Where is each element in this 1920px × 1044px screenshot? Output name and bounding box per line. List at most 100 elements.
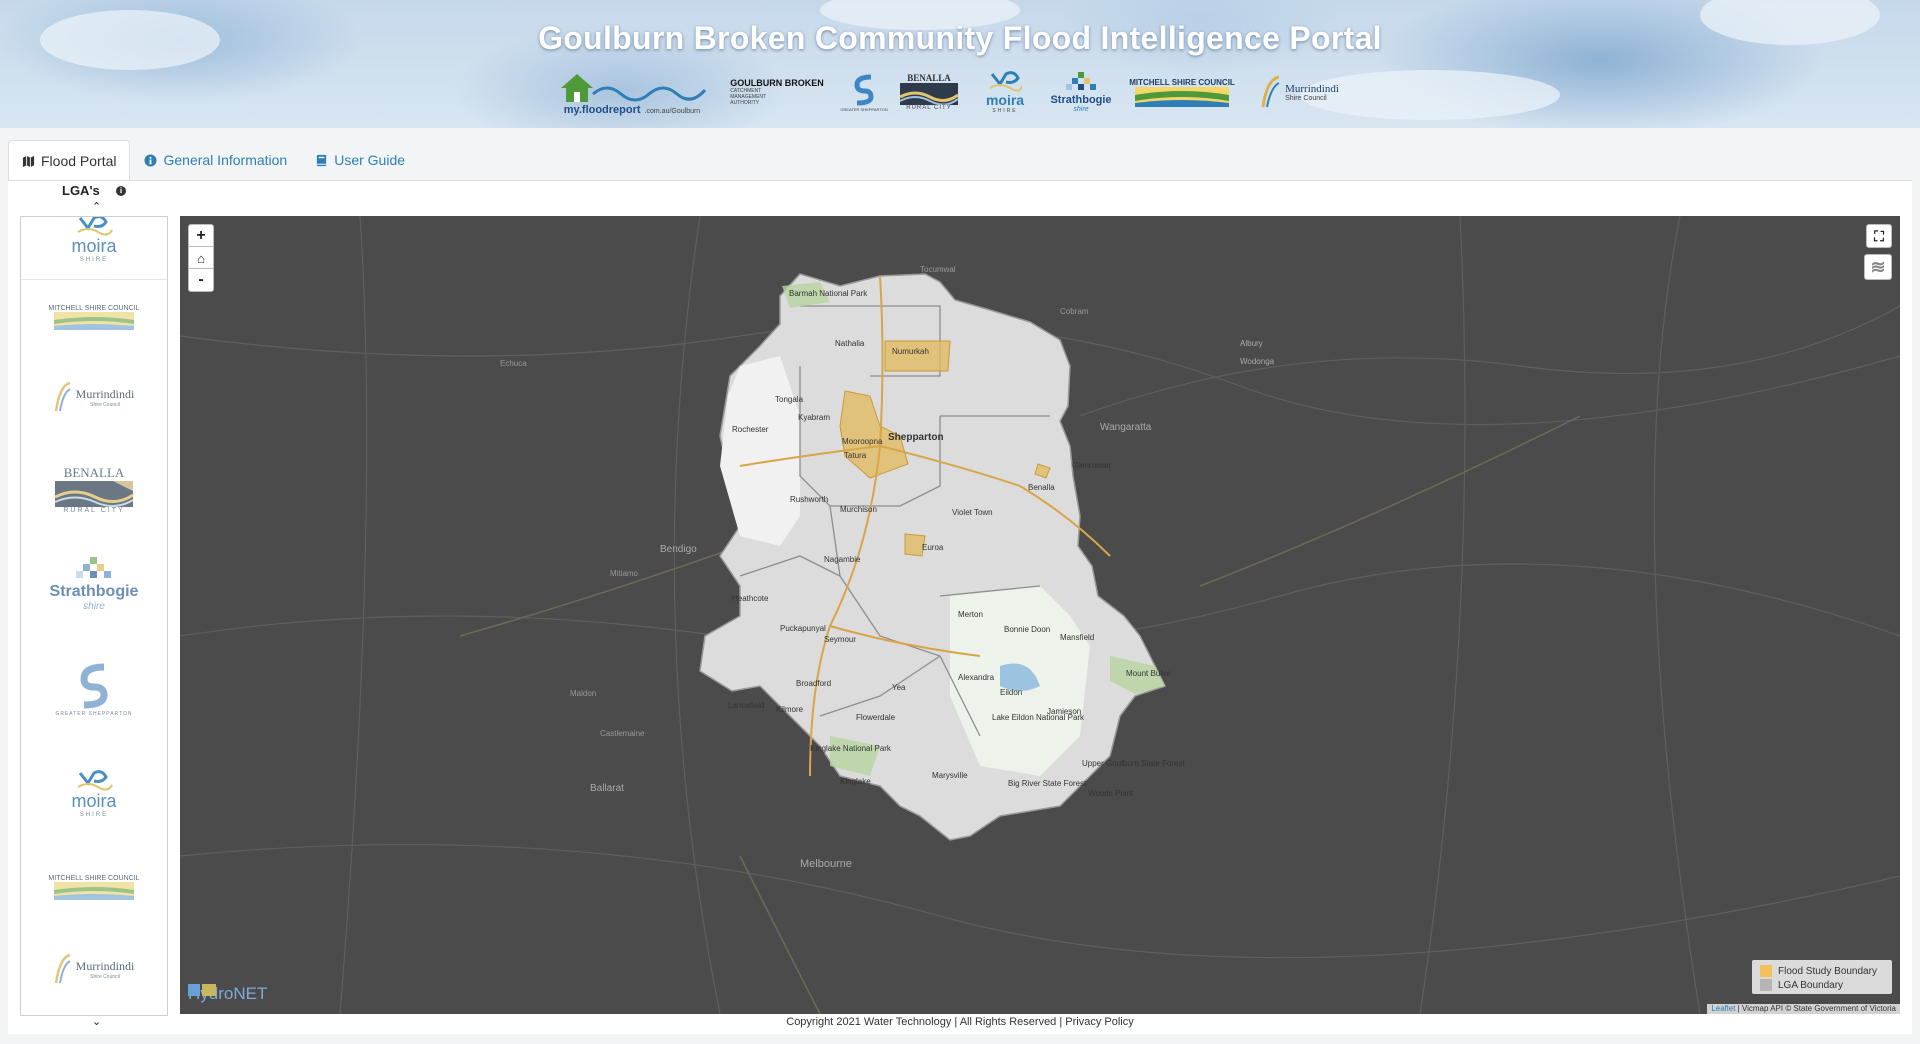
- town-label: Cobram: [1060, 307, 1089, 316]
- town-label: Heathcote: [732, 594, 769, 603]
- lga-item-mitchell[interactable]: MITCHELL SHIRE COUNCIL: [21, 281, 167, 353]
- copyright-text: Copyright 2021 Water Technology | All Ri…: [786, 1016, 1066, 1028]
- murrindindi-logo[interactable]: Murrindindi Shire Council: [1254, 62, 1346, 122]
- lga-heading: LGA's: [62, 183, 100, 198]
- town-label: Violet Town: [952, 508, 993, 517]
- hydronet-watermark: HydroNET: [188, 984, 267, 1004]
- greater-shepparton-logo[interactable]: GREATER SHEPPARTON: [840, 62, 888, 122]
- divider: [21, 279, 167, 280]
- lga-item-benalla[interactable]: BENALLA RURAL CITY: [21, 449, 167, 529]
- logo-subtext: shire: [1073, 105, 1089, 113]
- town-label: Nathalia: [835, 339, 865, 348]
- river-mountain-icon: [900, 83, 958, 105]
- pixel-squares-icon: [1066, 71, 1096, 90]
- scroll-up-chevron-icon[interactable]: ⌃: [92, 200, 101, 213]
- tab-flood-portal[interactable]: Flood Portal: [8, 140, 131, 181]
- town-label: Maldon: [570, 689, 596, 698]
- logo-text: GOULBURN BROKEN: [730, 78, 824, 88]
- town-label: Kyabram: [798, 413, 830, 422]
- lga-list[interactable]: moira SHIRE MITCHELL SHIRE COUNCIL Murri…: [20, 216, 168, 1016]
- home-button[interactable]: ⌂: [188, 246, 214, 270]
- goulburn-broken-cma-logo[interactable]: GOULBURN BROKEN CATCHMENT MANAGEMENT AUT…: [730, 62, 824, 122]
- town-label: Woods Point: [1088, 789, 1134, 798]
- landscape-stripes-icon: [1135, 86, 1229, 107]
- lga-item-murrindindi[interactable]: Murrindindi Shire Council: [21, 933, 167, 1005]
- lga-subname: SHIRE: [79, 811, 109, 818]
- lga-subname: GREATER SHEPPARTON: [55, 711, 133, 717]
- zoom-out-button[interactable]: -: [188, 268, 214, 292]
- logo-text: Murrindindi: [1285, 82, 1339, 95]
- my-floodreport-logo[interactable]: my.floodreport .com.au/Goulburn: [556, 62, 708, 122]
- town-label: Flowerdale: [856, 713, 896, 722]
- lga-name: moira: [71, 790, 117, 811]
- logo-subtext: RURAL CITY: [906, 105, 952, 111]
- pixel-squares-icon: [76, 556, 111, 578]
- arc-swoosh-icon: [54, 381, 71, 412]
- lga-subname: SHIRE: [79, 256, 109, 263]
- flood-map[interactable]: Barmah National Park Nathalia Numurkah T…: [180, 216, 1900, 1014]
- logo-text: BENALLA: [907, 73, 951, 83]
- lga-item-greater-shepparton[interactable]: GREATER SHEPPARTON: [21, 649, 167, 729]
- lga-name: MITCHELL SHIRE COUNCIL: [48, 304, 140, 312]
- layers-button[interactable]: ≋: [1864, 254, 1892, 280]
- legend-label: LGA Boundary: [1778, 979, 1844, 991]
- tab-general-information[interactable]: General Information: [130, 140, 301, 179]
- header-banner: Goulburn Broken Community Flood Intellig…: [0, 0, 1920, 128]
- info-icon[interactable]: i: [116, 186, 126, 196]
- map-legend: Flood Study Boundary LGA Boundary: [1752, 960, 1892, 994]
- town-label: Rochester: [732, 425, 769, 434]
- benalla-logo[interactable]: BENALLA RURAL CITY: [898, 62, 960, 122]
- legend-label: Flood Study Boundary: [1778, 965, 1877, 977]
- arc-swoosh-icon: [1261, 75, 1280, 108]
- town-label: Tatura: [844, 451, 867, 460]
- legend-swatch: [1760, 965, 1772, 977]
- logo-subtext: .com.au/Goulburn: [644, 108, 701, 115]
- map-icon: [22, 155, 35, 167]
- legend-row-flood-study: Flood Study Boundary: [1760, 965, 1877, 977]
- town-label: Murchison: [840, 505, 877, 514]
- tab-bar: Flood Portal General Information User Gu…: [8, 140, 419, 181]
- town-label: Benalla: [1028, 483, 1055, 492]
- river-mountain-icon: [55, 480, 133, 507]
- zoom-in-button[interactable]: +: [188, 224, 214, 248]
- lga-subname: RURAL CITY: [63, 506, 125, 514]
- town-label: Numurkah: [892, 347, 929, 356]
- town-label: Seymour: [824, 635, 856, 644]
- moira-wave-icon: [77, 217, 113, 236]
- town-label: Marysville: [932, 771, 968, 780]
- logo-text: MITCHELL SHIRE COUNCIL: [1129, 77, 1235, 87]
- lga-item-strathbogie[interactable]: Strathbogie shire: [21, 539, 167, 629]
- strathbogie-logo[interactable]: Strathbogie shire: [1046, 62, 1116, 122]
- town-label: Lake Eildon National Park: [992, 713, 1085, 722]
- logo-subtext: GREATER SHEPPARTON: [840, 106, 888, 112]
- hydronet-logo-icon: [188, 984, 216, 996]
- attribution-text: | Vicmap API © State Government of Victo…: [1735, 1004, 1896, 1013]
- leaflet-link[interactable]: Leaflet: [1711, 1004, 1735, 1013]
- info-icon: [144, 153, 158, 167]
- lga-item-mitchell[interactable]: MITCHELL SHIRE COUNCIL: [21, 857, 167, 917]
- landscape-stripes-icon: [54, 881, 134, 900]
- tab-label: Flood Portal: [41, 153, 117, 169]
- fullscreen-button[interactable]: ⛶: [1866, 224, 1892, 248]
- town-label: Tongala: [775, 395, 804, 404]
- logo-text: moira: [985, 92, 1025, 108]
- privacy-policy-link[interactable]: Privacy Policy: [1065, 1016, 1133, 1028]
- town-label: Bonnie Doon: [1004, 625, 1050, 634]
- town-label: Shepparton: [888, 432, 944, 443]
- lga-name: moira: [71, 235, 117, 256]
- town-label: Ballarat: [590, 783, 624, 794]
- map-canvas[interactable]: Barmah National Park Nathalia Numurkah T…: [180, 216, 1900, 1014]
- logo-subtext: SHIRE: [992, 108, 1018, 114]
- moira-logo[interactable]: moira SHIRE: [978, 62, 1032, 122]
- lga-subname: Shire Council: [90, 401, 120, 408]
- town-label: Wangaratta: [1100, 422, 1152, 433]
- lga-item-moira[interactable]: moira SHIRE: [21, 757, 167, 829]
- s-swirl-icon: [80, 663, 108, 709]
- lga-item-murrindindi[interactable]: Murrindindi Shire Council: [21, 361, 167, 433]
- town-label: Mansfield: [1060, 633, 1094, 642]
- town-label: Bendigo: [660, 544, 697, 555]
- town-label: Mooroopna: [842, 437, 883, 446]
- lga-item-moira[interactable]: moira SHIRE: [21, 217, 167, 273]
- mitchell-logo[interactable]: MITCHELL SHIRE COUNCIL: [1129, 62, 1235, 122]
- tab-user-guide[interactable]: User Guide: [301, 140, 419, 179]
